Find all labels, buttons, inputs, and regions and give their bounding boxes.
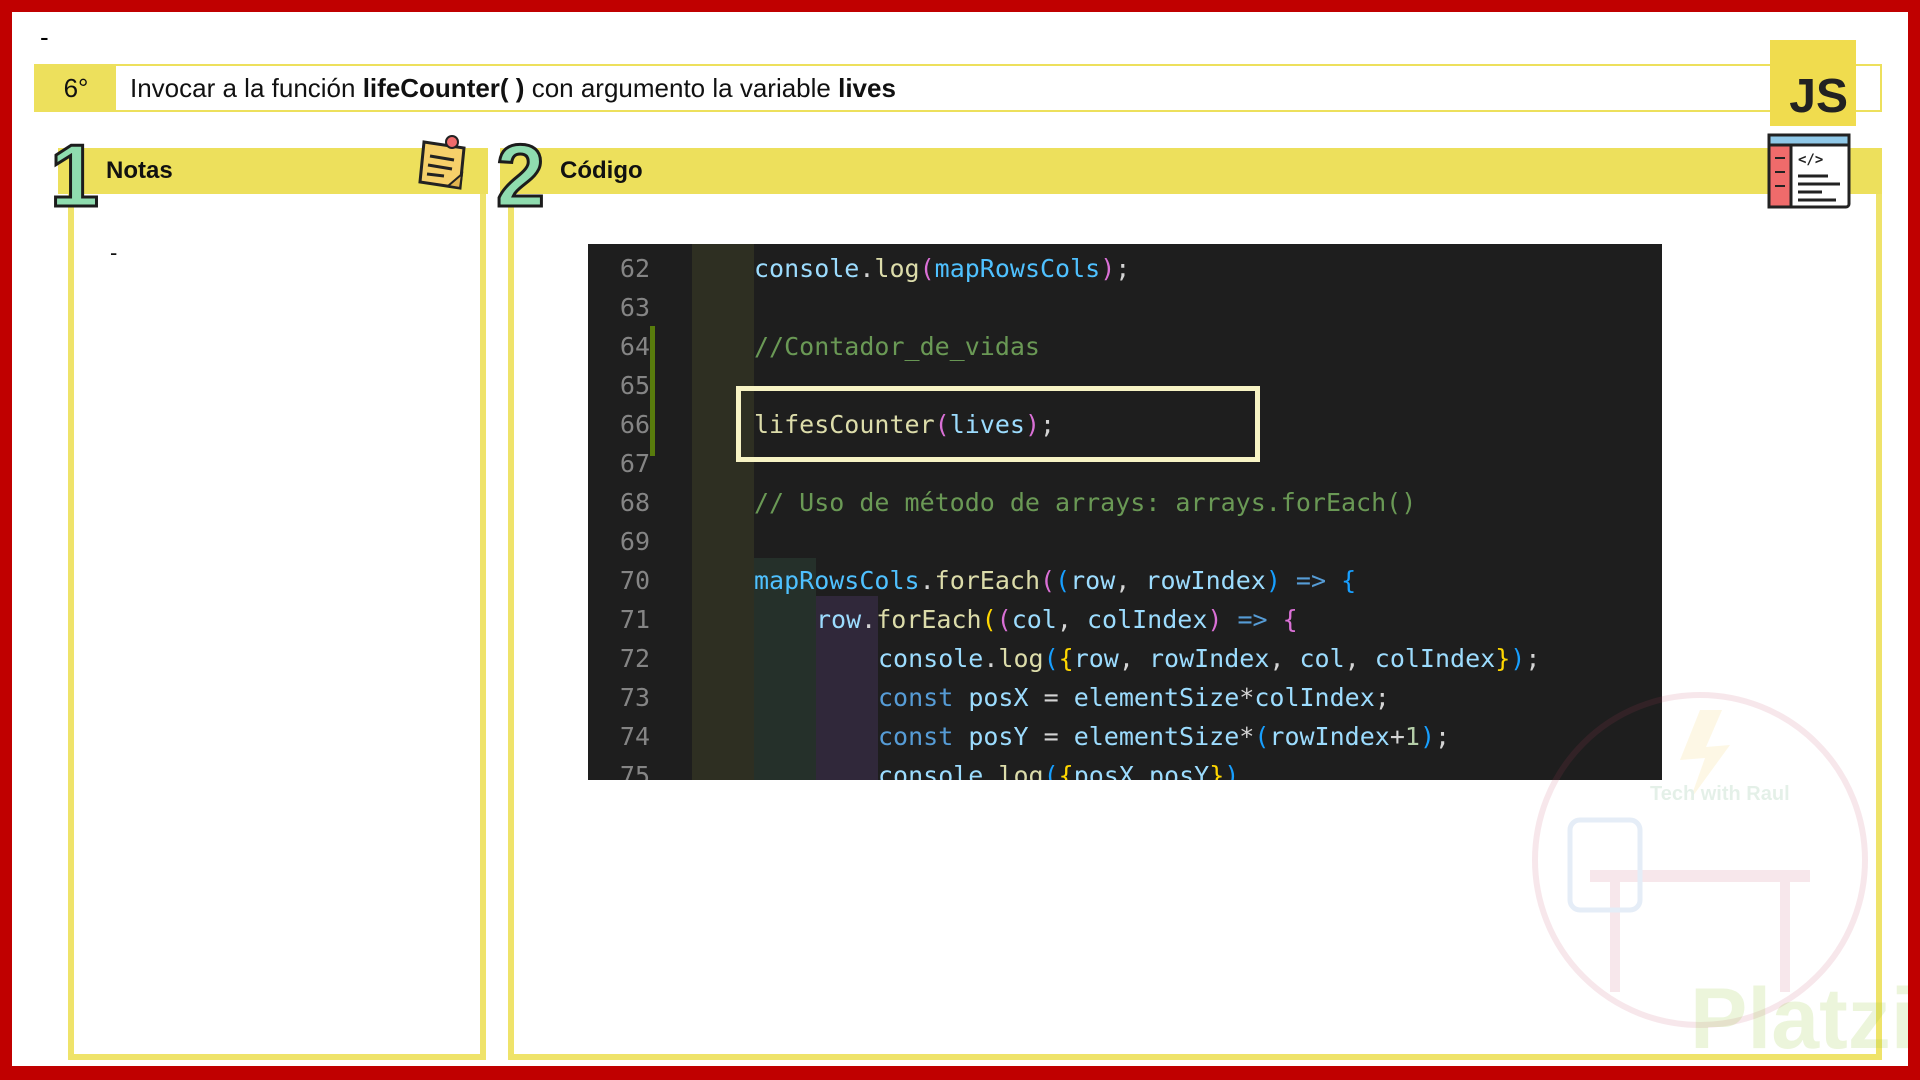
highlight-box	[736, 386, 1260, 462]
js-label: JS	[1789, 70, 1848, 123]
code-line-73: const posX = elementSize*colIndex;	[878, 683, 1390, 712]
step-variable-name: lives	[838, 72, 896, 103]
line-number: 62	[619, 254, 650, 283]
step-text-pre: Invocar a la función	[130, 72, 363, 103]
code-line-71: row.forEach((col, colIndex) => {	[816, 605, 1298, 634]
line-number: 72	[619, 644, 650, 673]
notes-content: -	[110, 240, 118, 265]
line-number: 69	[619, 527, 650, 556]
code-header: Código	[500, 148, 1882, 194]
line-number: 65	[619, 371, 650, 400]
line-number: 66	[619, 410, 650, 439]
step-instruction: Invocar a la función lifeCounter( ) con …	[130, 66, 896, 110]
code-number: 2	[495, 126, 547, 225]
line-number: 73	[619, 683, 650, 712]
svg-text:</>: </>	[1798, 152, 1823, 168]
step-bar: 6° Invocar a la función lifeCounter( ) c…	[34, 64, 1882, 112]
step-number: 6°	[36, 66, 116, 110]
code-line-75: console.log({posX,posY})	[878, 761, 1240, 780]
line-number: 74	[619, 722, 650, 751]
line-number: 63	[619, 293, 650, 322]
platzi-logo: Platzi	[1690, 971, 1915, 1067]
step-text-mid: con argumento la variable	[524, 72, 839, 103]
js-badge: JS	[1770, 40, 1856, 126]
top-dash: -	[40, 22, 49, 52]
notes-title: Notas	[106, 157, 173, 184]
line-number: 64	[619, 332, 650, 361]
git-modified-bar	[650, 326, 655, 456]
code-line-72: console.log({row, rowIndex, col, colInde…	[878, 644, 1541, 673]
code-line-74: const posY = elementSize*(rowIndex+1);	[878, 722, 1451, 751]
line-number: 70	[619, 566, 650, 595]
line-number: 71	[619, 605, 650, 634]
code-line-68: // Uso de método de arrays: arrays.forEa…	[754, 488, 1417, 517]
indent-guide	[692, 244, 754, 780]
notes-panel	[68, 194, 486, 1060]
code-screenshot: 62 63 64 65 66 67 68 69 70 71 72 73 74 7…	[588, 244, 1662, 780]
code-line-70: mapRowsCols.forEach((row, rowIndex) => {	[754, 566, 1357, 595]
watermark-text: Tech with Raul	[1650, 783, 1790, 805]
notes-number: 1	[49, 126, 101, 225]
step-function-name: lifeCounter( )	[362, 72, 525, 103]
sticky-note-icon	[414, 134, 472, 192]
line-number: 67	[619, 449, 650, 478]
code-window-icon: </>	[1766, 132, 1852, 210]
code-line-64: //Contador_de_vidas	[754, 332, 1040, 361]
code-title: Código	[560, 157, 643, 184]
line-number: 75	[619, 761, 650, 780]
line-number: 68	[619, 488, 650, 517]
code-line-62: console.log(mapRowsCols);	[754, 254, 1131, 283]
